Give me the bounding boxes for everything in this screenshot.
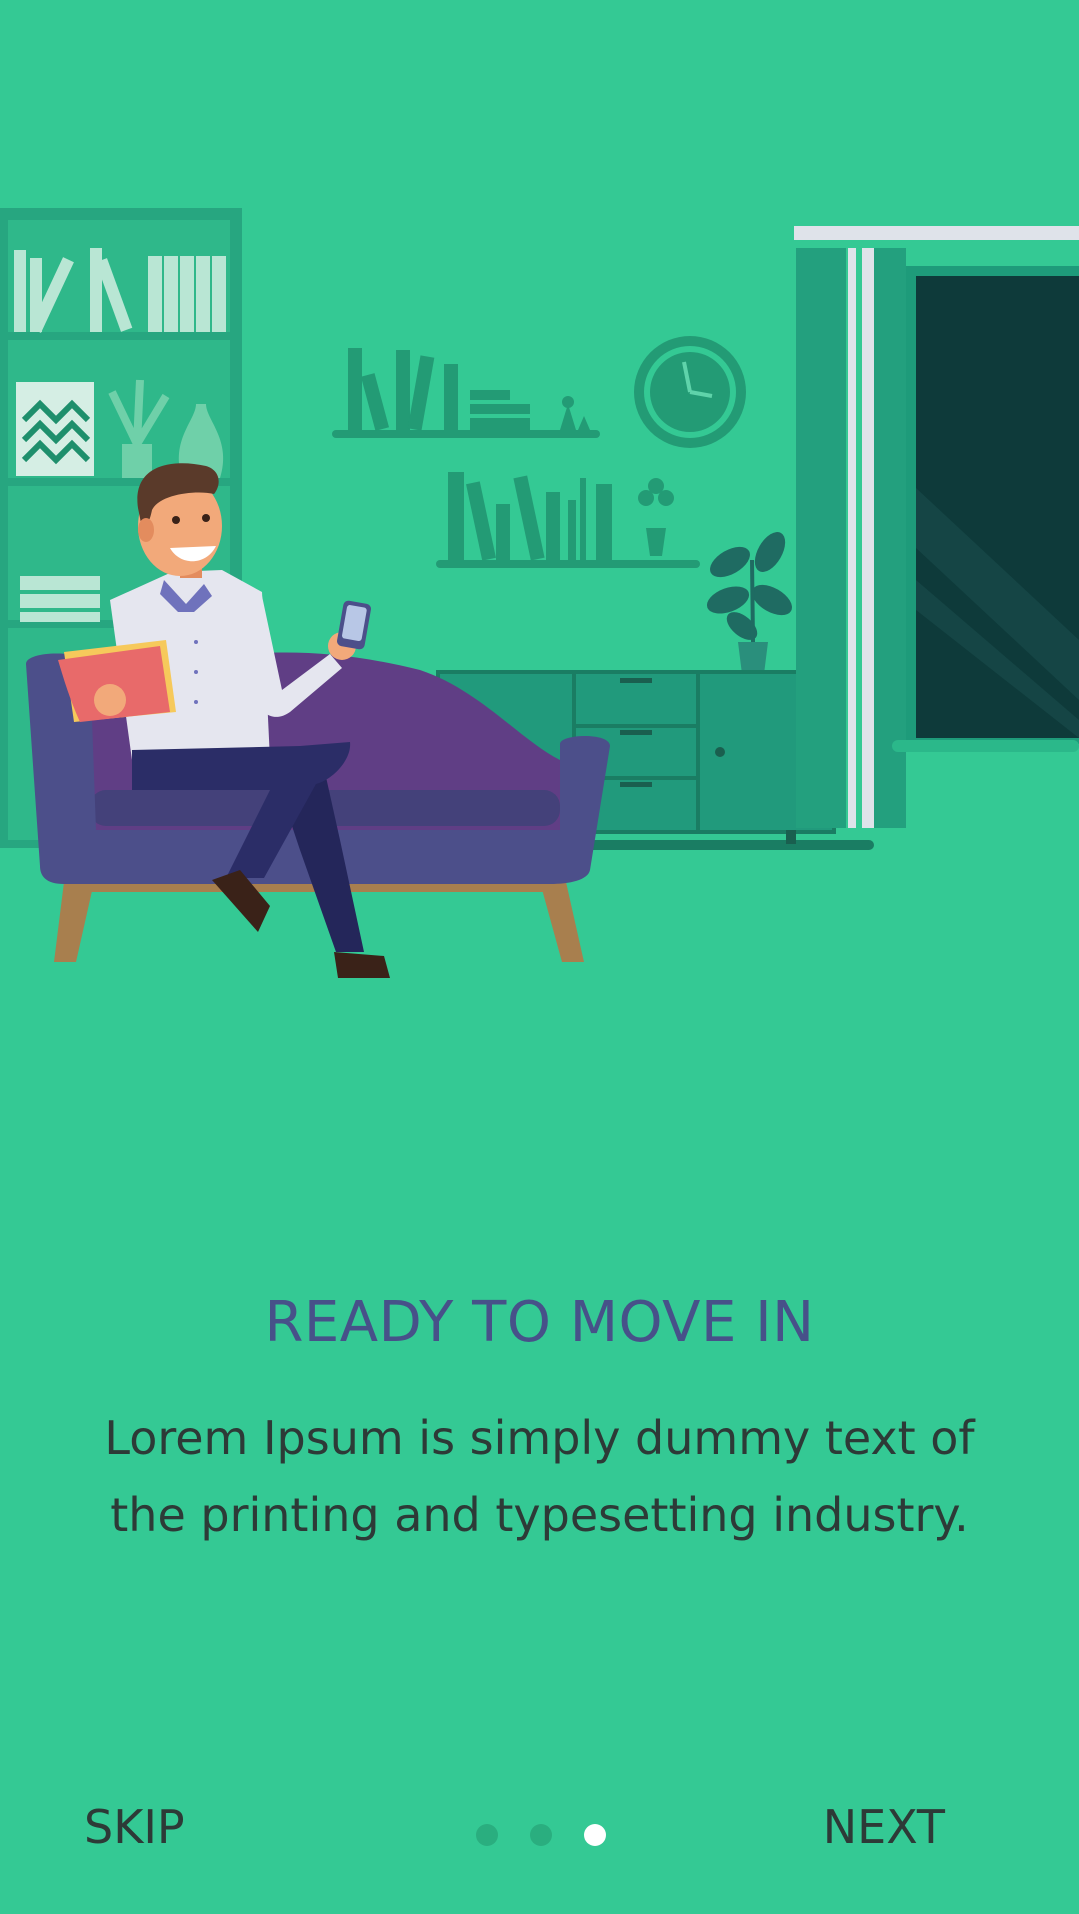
page-indicator	[476, 1824, 606, 1846]
doorway	[892, 266, 1079, 752]
page-dot-active[interactable]	[584, 1824, 606, 1846]
page-dot[interactable]	[530, 1824, 552, 1846]
skip-button[interactable]: SKIP	[84, 1800, 185, 1854]
onboarding-navigation: SKIP NEXT	[0, 1790, 1079, 1870]
next-button[interactable]: NEXT	[823, 1800, 945, 1854]
page-title: READY TO MOVE IN	[264, 1290, 815, 1355]
potted-plant	[706, 532, 792, 674]
wall-clock-icon	[634, 336, 746, 448]
page-description: Lorem Ipsum is simply dummy text of the …	[104, 1411, 975, 1542]
living-room-illustration	[0, 208, 1079, 978]
page-dot[interactable]	[476, 1824, 498, 1846]
